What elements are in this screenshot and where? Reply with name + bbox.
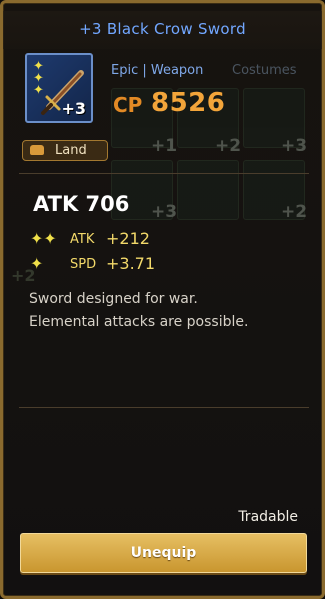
tab-costumes: Costumes <box>232 63 297 78</box>
tile-level: +3 <box>281 136 308 156</box>
item-detail-panel: Costumes +1 +2 +3 +3 +2 +2 +3 Black Crow… <box>0 0 325 599</box>
item-title: +3 Black Crow Sword <box>79 20 246 38</box>
cp-label: CP <box>113 93 143 117</box>
stat-name: ATK <box>70 232 95 247</box>
main-stat: ATK 706 <box>33 192 130 216</box>
double-sparkle-icon: ✦✦ <box>30 229 57 248</box>
stat-value: +3.71 <box>106 254 156 273</box>
land-tag-label: Land <box>55 143 87 158</box>
tile-level: +2 <box>215 136 242 156</box>
land-icon <box>30 145 44 155</box>
item-description: Sword designed for war. Elemental attack… <box>29 291 249 330</box>
unequip-button-label: Unequip <box>130 545 197 561</box>
tile-level: +3 <box>151 202 178 222</box>
stat-value: +212 <box>106 229 150 248</box>
enhance-level: +3 <box>61 99 86 118</box>
inventory-tile <box>177 160 239 220</box>
item-icon: ✦ ✦ ✦ +3 <box>25 53 93 123</box>
unequip-button[interactable]: Unequip <box>20 533 307 573</box>
divider <box>19 173 309 174</box>
item-rarity-type: Epic | Weapon <box>111 63 204 78</box>
stat-name: SPD <box>70 257 97 272</box>
sparkle-icon: ✦ <box>30 254 44 273</box>
tile-level: +2 <box>281 202 308 222</box>
land-tag: Land <box>22 140 108 161</box>
tile-level: +1 <box>151 136 178 156</box>
tradable-label: Tradable <box>238 509 298 525</box>
cp-value: 8526 <box>151 88 226 118</box>
divider <box>19 407 309 408</box>
